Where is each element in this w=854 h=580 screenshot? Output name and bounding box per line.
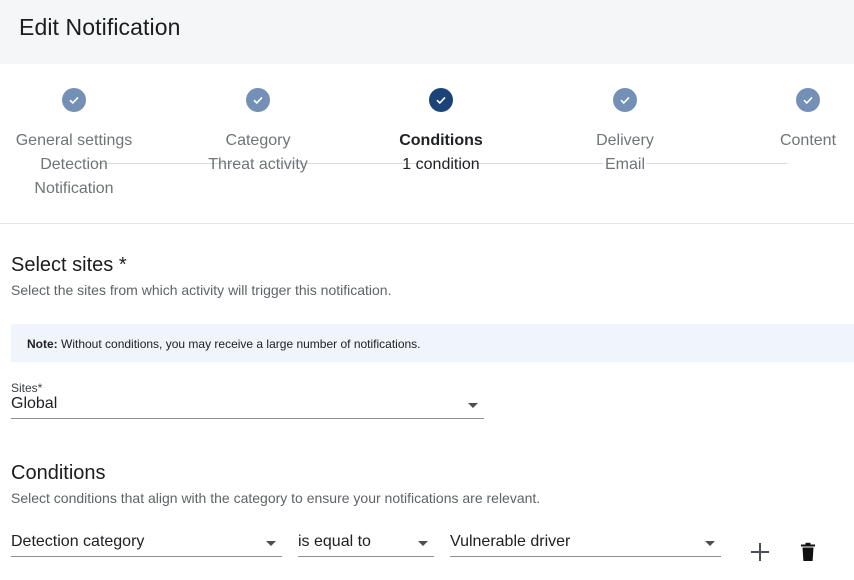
step-subtitle: Notification: [34, 180, 114, 197]
step-content[interactable]: Content: [723, 76, 854, 153]
conditions-section-description: Select conditions that align with the ca…: [11, 490, 541, 506]
sites-select-value: Global: [11, 395, 58, 412]
step-general-settings[interactable]: General settings Detection Notification: [0, 76, 159, 201]
step-complete-indicator: [62, 88, 86, 112]
sites-section-description: Select the sites from which activity wil…: [11, 282, 392, 298]
step-delivery[interactable]: Delivery Email: [540, 76, 710, 177]
condition-field-select[interactable]: Detection category: [11, 529, 282, 557]
note-label: Note:: [27, 337, 58, 351]
step-conditions[interactable]: Conditions 1 condition: [356, 76, 526, 177]
delete-condition-button[interactable]: [794, 538, 822, 566]
condition-operator-value: is equal to: [298, 533, 371, 550]
step-subtitle: 1 condition: [402, 156, 480, 173]
step-title: Conditions: [399, 132, 483, 149]
chevron-down-icon: [468, 403, 478, 408]
check-icon: [436, 96, 446, 105]
page-title: Edit Notification: [19, 14, 181, 40]
check-icon: [620, 96, 630, 105]
trash-icon: [801, 542, 815, 561]
step-complete-indicator: [613, 88, 637, 112]
note-banner: Note: Without conditions, you may receiv…: [11, 324, 854, 362]
step-subtitle: Email: [604, 156, 645, 173]
check-icon: [253, 96, 263, 105]
chevron-down-icon: [418, 541, 428, 546]
step-title: Delivery: [596, 132, 654, 149]
chevron-down-icon: [266, 541, 276, 546]
step-complete-indicator: [246, 88, 270, 112]
add-condition-button[interactable]: [746, 538, 774, 566]
step-subtitle: Detection: [40, 156, 108, 173]
step-title: General settings: [15, 132, 133, 149]
step-category[interactable]: Category Threat activity: [173, 76, 343, 177]
sites-select[interactable]: Global: [11, 391, 484, 419]
chevron-down-icon: [705, 541, 715, 546]
step-subtitle: Threat activity: [208, 156, 308, 173]
condition-value-value: Vulnerable driver: [450, 533, 571, 550]
check-icon: [69, 96, 79, 105]
step-active-indicator: [429, 88, 453, 112]
step-complete-indicator: [796, 88, 820, 112]
sites-section-title: Select sites *: [11, 254, 127, 276]
condition-field-value: Detection category: [11, 533, 145, 550]
step-title: Category: [225, 132, 291, 149]
note-text: Without conditions, you may receive a la…: [57, 337, 421, 351]
step-title: Content: [779, 132, 837, 149]
page-header: Edit Notification: [0, 0, 854, 64]
condition-value-select[interactable]: Vulnerable driver: [450, 529, 721, 557]
conditions-section-title: Conditions: [11, 462, 106, 484]
check-icon: [803, 96, 813, 105]
condition-operator-select[interactable]: is equal to: [298, 529, 434, 557]
plus-icon: [751, 543, 769, 561]
